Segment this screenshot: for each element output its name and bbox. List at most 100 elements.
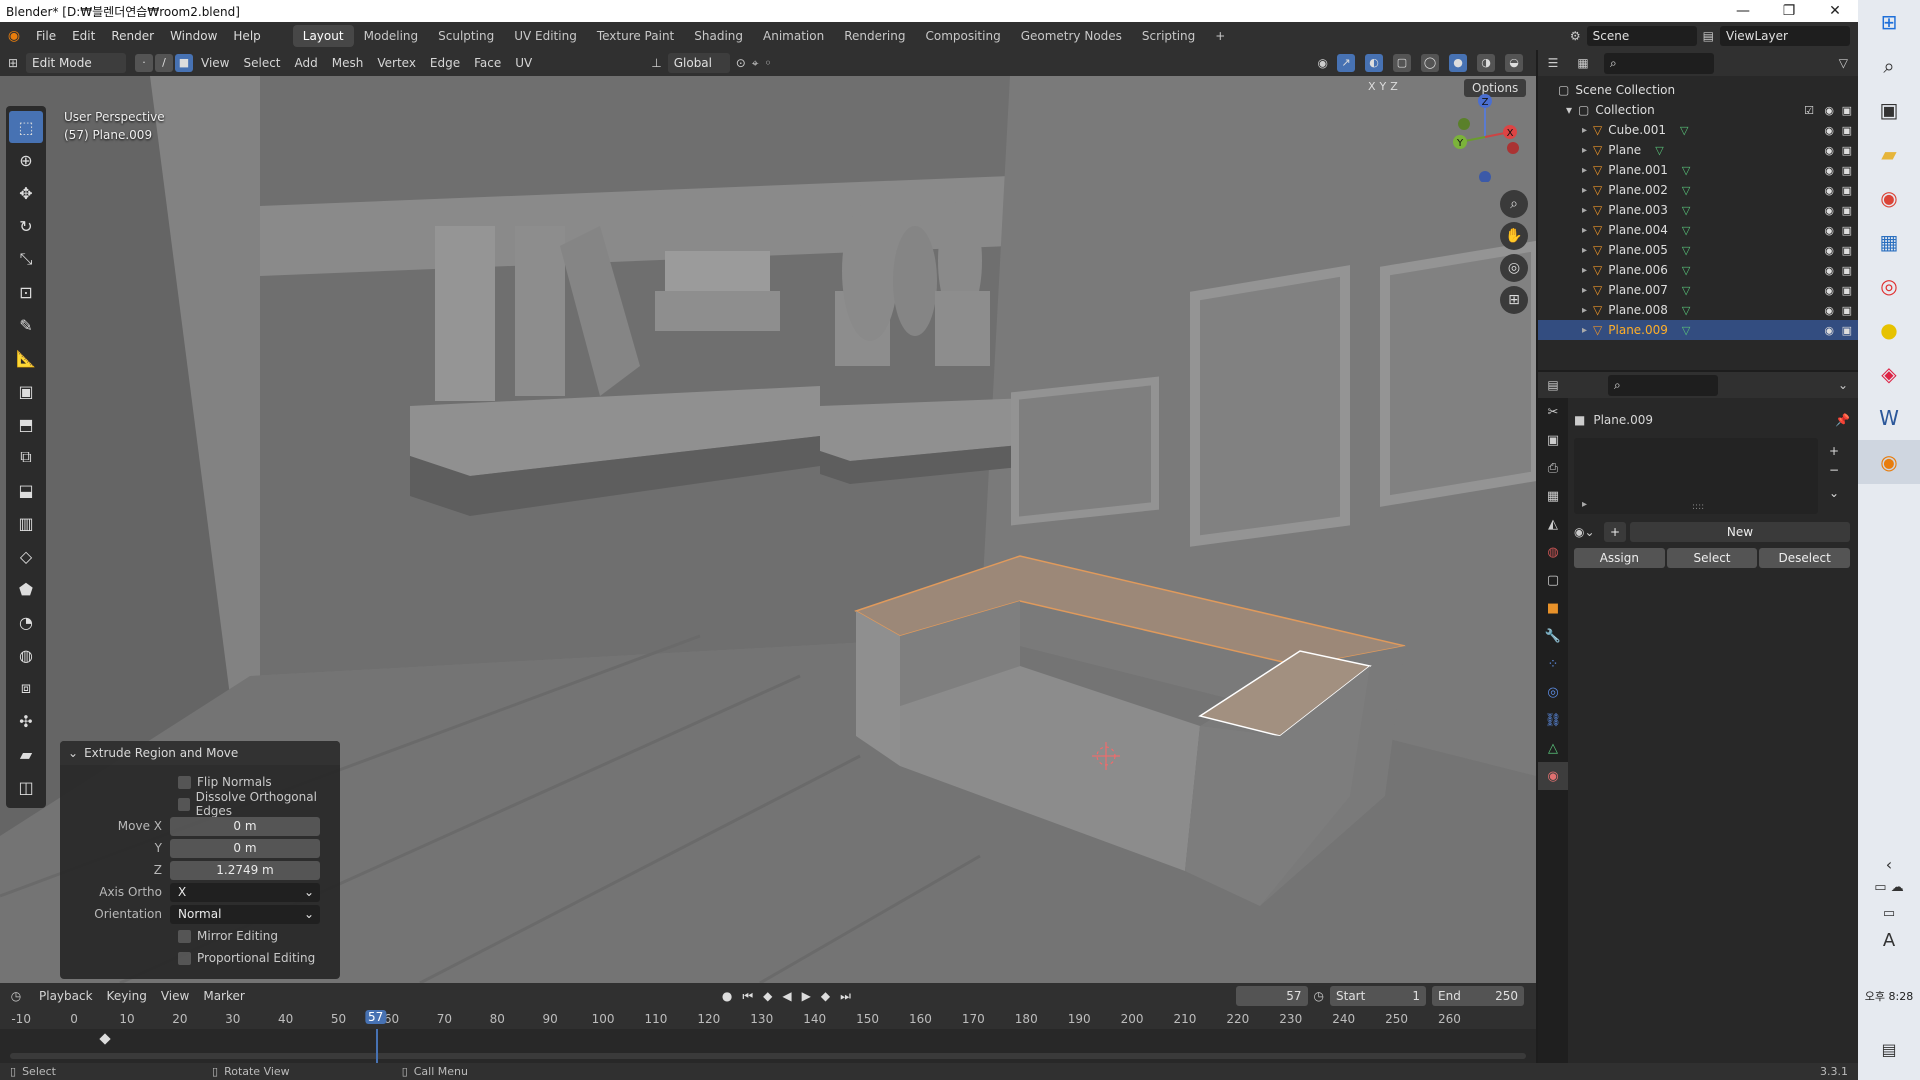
menu-select[interactable]: Select [236,54,287,72]
play-icon[interactable]: ▶ [802,989,811,1004]
axis-ortho-select[interactable]: X ⌄ [170,882,320,902]
pan-hand-icon[interactable]: ✋ [1500,222,1528,250]
record-icon[interactable]: ● [722,989,732,1004]
display-mode-icon[interactable]: ▦ [1568,56,1598,70]
camera-icon[interactable]: ▣ [1842,284,1852,297]
object-tab-icon[interactable]: ■ [1538,594,1568,622]
menu-view[interactable]: View [154,987,196,1005]
outliner-item[interactable]: ▸ ▽ Plane.006 ▽ ◉ ▣ [1538,260,1858,280]
camera-icon[interactable]: ▣ [1842,144,1852,157]
outliner-search-input[interactable]: ⌕ [1604,52,1714,74]
material-browse-icon[interactable]: ◉⌄ [1574,525,1600,539]
ortho-grid-icon[interactable]: ⊞ [1500,286,1528,314]
expand-arrow-icon[interactable]: ▸ [1582,185,1587,196]
menu-file[interactable]: File [28,29,64,43]
end-frame-field[interactable]: End 250 [1432,986,1524,1006]
restore-button[interactable]: ❐ [1766,3,1812,19]
move-y-field[interactable]: 0 m [170,838,320,858]
word-icon[interactable]: W [1858,396,1920,440]
expand-arrow-icon[interactable]: ▾ [1566,103,1572,117]
tab-rendering[interactable]: Rendering [834,25,915,47]
extrude-icon[interactable]: ⬒ [9,408,43,440]
bevel-icon[interactable]: ⬓ [9,474,43,506]
3d-viewport[interactable]: User Perspective (57) Plane.009 X Y Z Op… [0,76,1536,983]
mesh-data-icon[interactable]: ▽ [1682,184,1690,197]
particles-tab-icon[interactable]: ⁘ [1538,650,1568,678]
next-keyframe-icon[interactable]: ◆ [821,989,830,1004]
expand-arrow-icon[interactable]: ▸ [1582,145,1587,156]
measure-icon[interactable]: 📐 [9,342,43,374]
tray-icons[interactable]: ▭ ☁ [1858,880,1920,895]
spin-icon[interactable]: ◔ [9,606,43,638]
expand-arrow-icon[interactable]: ▸ [1582,499,1587,510]
transform-orientation-select[interactable]: Global [667,53,730,73]
select-box-icon[interactable]: ⬚ [9,111,43,143]
navigation-gizmo[interactable]: Z X Y [1440,92,1530,182]
proportional-icon[interactable]: ◦ [765,56,772,70]
data-tab-icon[interactable]: △ [1538,734,1568,762]
outliner-item[interactable]: ▸ ▽ Plane.002 ▽ ◉ ▣ [1538,180,1858,200]
face-select-icon[interactable]: ■ [175,54,193,72]
inset-icon[interactable]: ⧉ [9,441,43,473]
start-frame-field[interactable]: Start 1 [1330,986,1426,1006]
collapse-icon[interactable]: ⌄ [68,746,78,760]
camera-icon[interactable]: ▣ [1842,184,1852,197]
filter-icon[interactable]: ▽ [1839,56,1858,70]
properties-search-input[interactable]: ⌕ [1608,374,1718,396]
outliner-item[interactable]: ▸ ▽ Plane.003 ▽ ◉ ▣ [1538,200,1858,220]
menu-face[interactable]: Face [467,54,508,72]
assign-button[interactable]: Assign [1574,548,1665,568]
new-material-button[interactable]: New [1630,522,1850,542]
orientation-select[interactable]: Normal ⌄ [170,904,320,924]
resize-handle[interactable]: :::: [1692,502,1704,512]
expand-arrow-icon[interactable]: ▸ [1582,305,1587,316]
tab-layout[interactable]: Layout [292,25,354,47]
edge-slide-icon[interactable]: ⧈ [9,672,43,704]
frame-ruler[interactable]: -10 0 10 20 30 40 50 60 70 80 90 100 110 120 130 140 150… [0,1009,1536,1029]
expand-arrow-icon[interactable]: ▸ [1582,225,1587,236]
eye-icon[interactable]: ◉ [1824,164,1834,177]
eye-icon[interactable]: ◉ [1824,104,1834,117]
move-x-field[interactable]: 0 m [170,816,320,836]
collection-tab-icon[interactable]: ▢ [1538,566,1568,594]
network-icon[interactable]: ▭ [1858,906,1920,921]
view-layer-tab-icon[interactable]: ▦ [1538,482,1568,510]
viewlayer-field[interactable]: ViewLayer [1720,26,1850,46]
editor-type-icon[interactable]: ⊞ [0,56,26,70]
clock[interactable]: 오후 8:28 [1858,988,1920,1004]
overlay-toggle-icon[interactable]: ◐ [1365,54,1383,72]
knife-icon[interactable]: ◇ [9,540,43,572]
kakaotalk-icon[interactable]: ● [1858,308,1920,352]
transform-icon[interactable]: ⊡ [9,276,43,308]
pivot-icon[interactable]: ⊙ [736,56,746,70]
tray-chevron-icon[interactable]: ‹ [1858,855,1920,874]
timeline-track[interactable] [0,1029,1536,1063]
current-frame-field[interactable]: 57 [1235,986,1308,1006]
task-view-icon[interactable]: ▣ [1858,88,1920,132]
menu-keying[interactable]: Keying [100,987,154,1005]
shear-icon[interactable]: ▰ [9,738,43,770]
jump-start-icon[interactable]: ⏮ [742,989,753,1004]
calculator-icon[interactable]: ▦ [1858,220,1920,264]
camera-icon[interactable]: ▣ [1842,204,1852,217]
checkbox-icon[interactable]: ☑ [1804,104,1814,117]
outliner-item[interactable]: ▸ ▽ Plane.001 ▽ ◉ ▣ [1538,160,1858,180]
outliner-item[interactable]: ▸ ▽ Plane.004 ▽ ◉ ▣ [1538,220,1858,240]
snap-icon[interactable]: ⌖ [752,56,759,71]
camera-icon[interactable]: ▣ [1842,304,1852,317]
mode-select[interactable]: Edit Mode [26,53,126,73]
menu-edge[interactable]: Edge [423,54,467,72]
scene-collection-row[interactable]: ▢ Scene Collection [1538,80,1858,100]
mesh-data-icon[interactable]: ▽ [1682,304,1690,317]
deselect-button[interactable]: Deselect [1759,548,1851,568]
visibility-icon[interactable]: ◉ [1318,56,1328,70]
tab-uv-editing[interactable]: UV Editing [504,25,587,47]
outliner-item[interactable]: ▸ ▽ Plane ▽ ◉ ▣ [1538,140,1858,160]
constraints-tab-icon[interactable]: ⛓ [1538,706,1568,734]
mesh-data-icon[interactable]: ▽ [1682,244,1690,257]
scale-icon[interactable]: ⤡ [9,243,43,275]
expand-arrow-icon[interactable]: ▸ [1582,125,1587,136]
tab-modeling[interactable]: Modeling [354,25,429,47]
menu-help[interactable]: Help [225,29,268,43]
expand-arrow-icon[interactable]: ▸ [1582,265,1587,276]
